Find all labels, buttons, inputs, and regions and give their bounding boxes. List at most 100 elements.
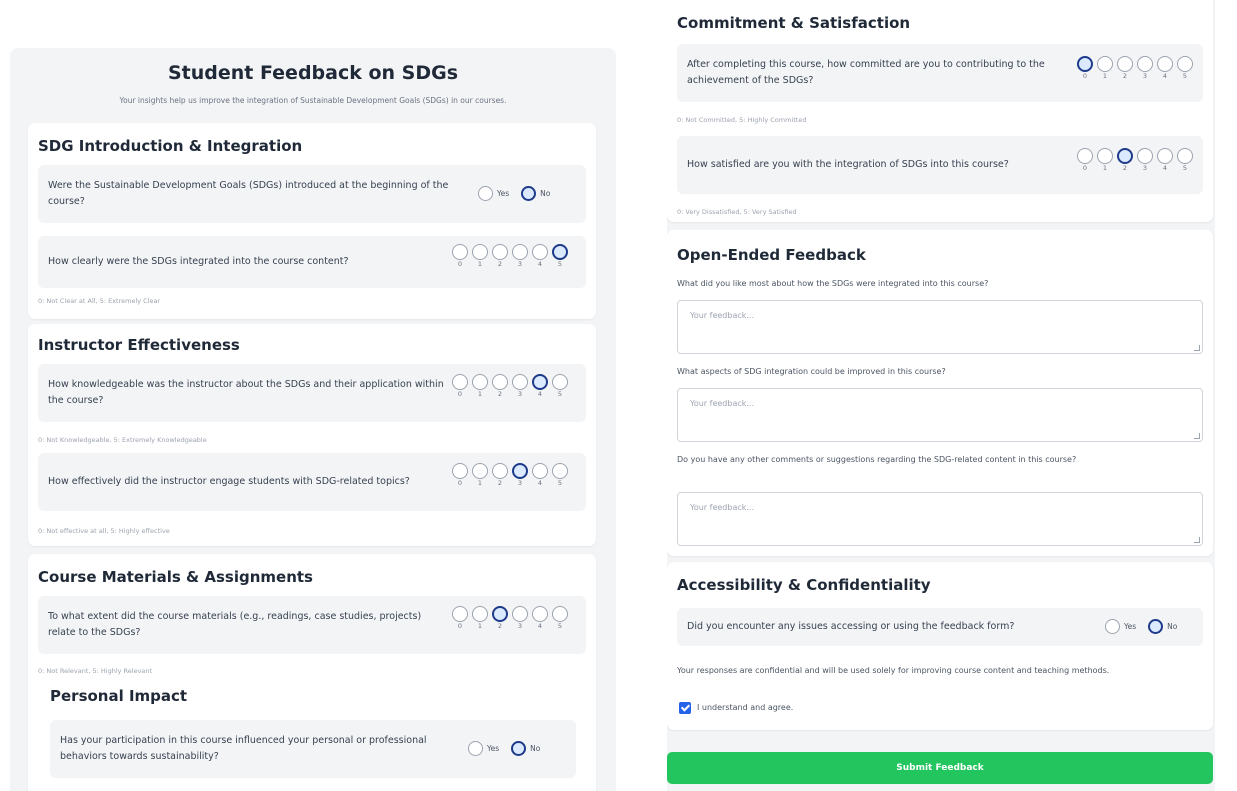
rating-option[interactable]: 2	[1115, 56, 1135, 80]
rating-option[interactable]: 0	[450, 244, 470, 268]
rating-radio[interactable]	[492, 244, 508, 260]
rating-radio[interactable]	[532, 374, 548, 390]
rating-radio[interactable]	[1157, 148, 1173, 164]
rating-radio[interactable]	[452, 606, 468, 622]
rating-number: 5	[1182, 164, 1188, 172]
rating-radio[interactable]	[472, 606, 488, 622]
rating-option[interactable]: 4	[530, 374, 550, 398]
rating-radio[interactable]	[472, 463, 488, 479]
question-text: Did you encounter any issues accessing o…	[687, 621, 1015, 632]
rating-radio[interactable]	[552, 244, 568, 260]
rating-number: 3	[1142, 72, 1148, 80]
yes-radio[interactable]	[1105, 619, 1120, 634]
rating-number: 1	[477, 260, 483, 268]
rating-option[interactable]: 3	[1135, 56, 1155, 80]
agree-checkbox[interactable]	[679, 702, 691, 714]
rating-radio[interactable]	[472, 374, 488, 390]
feedback-textarea-comments[interactable]: Your feedback...	[677, 492, 1203, 546]
scale-note: 0: Not Relevant, 5: Highly Relevant	[38, 667, 153, 675]
rating-radio[interactable]	[492, 606, 508, 622]
rating-option[interactable]: 4	[530, 606, 550, 630]
rating-radio[interactable]	[512, 606, 528, 622]
rating-radio[interactable]	[1097, 148, 1113, 164]
rating-option[interactable]: 0	[1075, 56, 1095, 80]
rating-option[interactable]: 1	[470, 606, 490, 630]
rating-radio[interactable]	[532, 463, 548, 479]
no-radio[interactable]	[511, 741, 527, 756]
yes-radio[interactable]	[478, 186, 493, 201]
no-radio[interactable]	[521, 186, 537, 201]
rating-number: 2	[1122, 72, 1128, 80]
rating-option[interactable]: 1	[1095, 56, 1115, 80]
yes-radio[interactable]	[468, 741, 483, 756]
rating-option[interactable]: 4	[530, 244, 550, 268]
rating-option[interactable]: 1	[470, 463, 490, 487]
resize-handle-icon[interactable]	[1194, 433, 1200, 439]
rating-option[interactable]: 3	[1135, 148, 1155, 172]
rating-option[interactable]: 5	[550, 606, 570, 630]
rating-option[interactable]: 4	[530, 463, 550, 487]
rating-number: 5	[557, 260, 563, 268]
rating-radio[interactable]	[492, 463, 508, 479]
rating-option[interactable]: 4	[1155, 56, 1175, 80]
rating-radio[interactable]	[1117, 148, 1133, 164]
rating-radio[interactable]	[532, 606, 548, 622]
rating-option[interactable]: 0	[1075, 148, 1095, 172]
rating-radio[interactable]	[1097, 56, 1113, 72]
rating-option[interactable]: 5	[550, 244, 570, 268]
rating-radio[interactable]	[1137, 56, 1153, 72]
rating-radio[interactable]	[1177, 148, 1193, 164]
rating-radio[interactable]	[552, 606, 568, 622]
rating-option[interactable]: 2	[1115, 148, 1135, 172]
rating-number: 3	[517, 479, 523, 487]
feedback-textarea-like[interactable]: Your feedback...	[677, 300, 1203, 354]
no-label: No	[530, 744, 541, 753]
rating-option[interactable]: 4	[1155, 148, 1175, 172]
rating-option[interactable]: 1	[470, 374, 490, 398]
rating-radio[interactable]	[512, 244, 528, 260]
feedback-textarea-improve[interactable]: Your feedback...	[677, 388, 1203, 442]
rating-number: 4	[537, 390, 543, 398]
yes-no-group: Yes No	[468, 741, 540, 756]
submit-feedback-button[interactable]: Submit Feedback	[667, 752, 1213, 784]
rating-radio[interactable]	[452, 244, 468, 260]
rating-radio[interactable]	[1137, 148, 1153, 164]
rating-radio[interactable]	[472, 244, 488, 260]
rating-option[interactable]: 3	[510, 463, 530, 487]
rating-option[interactable]: 3	[510, 244, 530, 268]
rating-option[interactable]: 5	[550, 374, 570, 398]
resize-handle-icon[interactable]	[1194, 345, 1200, 351]
rating-option[interactable]: 3	[510, 606, 530, 630]
rating-option[interactable]: 0	[450, 463, 470, 487]
section-title-personal-impact: Personal Impact	[50, 687, 188, 705]
rating-option[interactable]: 1	[1095, 148, 1115, 172]
rating-radio[interactable]	[512, 374, 528, 390]
resize-handle-icon[interactable]	[1194, 537, 1200, 543]
rating-radio[interactable]	[1077, 148, 1093, 164]
rating-option[interactable]: 2	[490, 374, 510, 398]
rating-radio[interactable]	[532, 244, 548, 260]
rating-radio[interactable]	[452, 463, 468, 479]
rating-radio[interactable]	[452, 374, 468, 390]
rating-option[interactable]: 5	[1175, 56, 1195, 80]
rating-option[interactable]: 2	[490, 244, 510, 268]
rating-option[interactable]: 0	[450, 374, 470, 398]
rating-radio[interactable]	[1157, 56, 1173, 72]
rating-radio[interactable]	[552, 374, 568, 390]
rating-radio[interactable]	[1077, 56, 1093, 72]
rating-option[interactable]: 0	[450, 606, 470, 630]
rating-radio[interactable]	[1177, 56, 1193, 72]
rating-radio[interactable]	[512, 463, 528, 479]
no-radio[interactable]	[1148, 619, 1164, 634]
rating-option[interactable]: 1	[470, 244, 490, 268]
rating-option[interactable]: 2	[490, 606, 510, 630]
rating-option[interactable]: 5	[550, 463, 570, 487]
rating-number: 2	[497, 622, 503, 630]
rating-option[interactable]: 5	[1175, 148, 1195, 172]
rating-radio[interactable]	[552, 463, 568, 479]
rating-radio[interactable]	[492, 374, 508, 390]
rating-number: 1	[1102, 72, 1108, 80]
rating-option[interactable]: 3	[510, 374, 530, 398]
rating-option[interactable]: 2	[490, 463, 510, 487]
rating-radio[interactable]	[1117, 56, 1133, 72]
